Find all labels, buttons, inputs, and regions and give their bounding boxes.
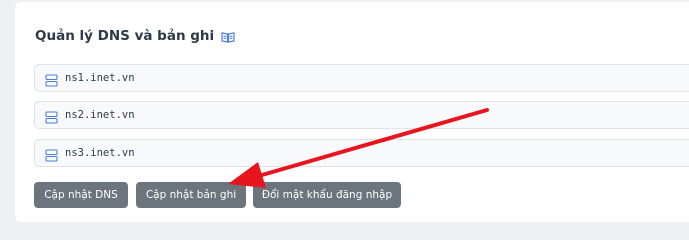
nameserver-field-1[interactable]: ns1.inet.vn [34,64,689,92]
book-icon[interactable] [221,29,235,43]
nameserver-value: ns3.inet.vn [65,147,135,159]
nameserver-value: ns2.inet.vn [65,109,135,121]
change-password-button[interactable]: Đổi mật khẩu đăng nhập [253,182,401,208]
server-icon [45,72,58,87]
dns-management-card: Quản lý DNS và bản ghi ns1.inet.vn ns2.i… [15,2,689,222]
update-records-button[interactable]: Cập nhật bản ghi [136,182,246,208]
nameserver-value: ns1.inet.vn [65,72,135,84]
nameserver-field-2[interactable]: ns2.inet.vn [34,101,689,129]
server-icon [45,147,58,162]
update-dns-button[interactable]: Cập nhật DNS [34,182,128,208]
server-icon [45,109,58,124]
nameserver-field-3[interactable]: ns3.inet.vn [34,139,689,167]
card-title: Quản lý DNS và bản ghi [35,28,215,44]
card-header: Quản lý DNS và bản ghi [35,28,235,44]
